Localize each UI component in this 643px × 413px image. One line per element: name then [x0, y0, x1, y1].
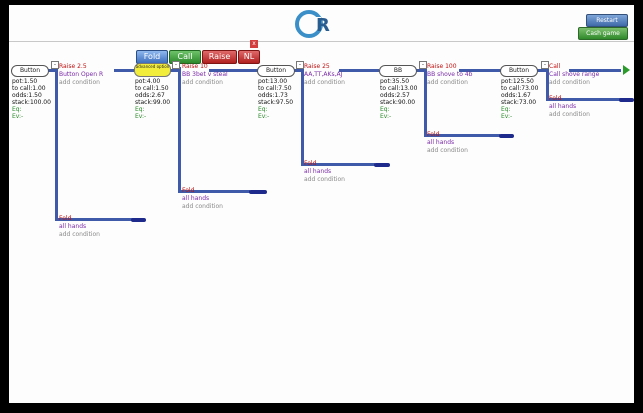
- node-pill[interactable]: BB: [379, 65, 417, 77]
- restart-button[interactable]: Restart: [586, 14, 628, 27]
- fold-label[interactable]: Fold all hands add condition: [182, 187, 223, 211]
- raise-action-button[interactable]: Raise: [202, 50, 237, 64]
- fold-bar: [131, 218, 146, 222]
- header-divider: [9, 41, 634, 42]
- fold-label[interactable]: Fold all hands add condition: [427, 131, 468, 155]
- node-pill[interactable]: Button: [257, 65, 295, 77]
- branch-label[interactable]: Raise 10 BB 3bet v steal add condition: [182, 63, 228, 87]
- branch-label[interactable]: Call Call shove range add condition: [549, 63, 599, 87]
- node-pill[interactable]: Button: [500, 65, 538, 77]
- node-pill[interactable]: Button: [11, 65, 49, 77]
- fold-bar: [249, 190, 267, 194]
- collapse-icon[interactable]: -: [51, 61, 59, 69]
- fold-label[interactable]: Fold all hands add condition: [304, 160, 345, 184]
- fold-branch-line: [178, 67, 181, 191]
- fold-label[interactable]: Fold all hands add condition: [549, 95, 590, 119]
- cash-game-button[interactable]: Cash game: [578, 27, 628, 40]
- collapse-icon[interactable]: -: [419, 61, 427, 69]
- close-icon[interactable]: x: [250, 40, 258, 48]
- collapse-icon[interactable]: -: [296, 61, 304, 69]
- fold-bar: [619, 98, 634, 102]
- fold-branch-line: [55, 67, 58, 220]
- nl-action-button[interactable]: NL: [238, 50, 260, 64]
- node-stats: pot:13.00 to call:7.50 odds:1.73 stack:97.…: [258, 78, 294, 120]
- fold-label[interactable]: Fold all hands add condition: [59, 215, 100, 239]
- node-pill[interactable]: advanced option: [134, 63, 171, 77]
- fold-bar: [499, 134, 514, 138]
- node-stats: pot:125.50 to call:73.00 odds:1.67 stack:7…: [501, 78, 539, 120]
- branch-label[interactable]: Raise 25 AA,TT,AKs,AJ add condition: [304, 63, 345, 87]
- gr-logo: R: [295, 10, 330, 38]
- branch-label[interactable]: Raise 100 BB shove to 4b add condition: [427, 63, 472, 87]
- app-window: R Restart Cash game Fold Call Raise NL x…: [9, 5, 634, 403]
- node-stats: pot:1.50 to call:1.00 odds:1.50 stack:100.…: [12, 78, 51, 120]
- expand-arrow-icon[interactable]: [623, 65, 630, 75]
- node-stats: pot:4.00 to call:1.50 odds:2.67 stack:99.0…: [135, 78, 171, 120]
- node-stats: pot:35.50 to call:13.00 odds:2.57 stack:90…: [380, 78, 418, 120]
- connector-line: [114, 69, 134, 72]
- collapse-icon[interactable]: -: [172, 61, 180, 69]
- fold-bar: [374, 163, 390, 167]
- fold-action-button[interactable]: Fold: [136, 50, 168, 64]
- collapse-icon[interactable]: -: [541, 61, 549, 69]
- svg-text:R: R: [316, 15, 330, 36]
- branch-label[interactable]: Raise 2.5 Button Open R add condition: [59, 63, 103, 87]
- connector-line: [339, 69, 379, 72]
